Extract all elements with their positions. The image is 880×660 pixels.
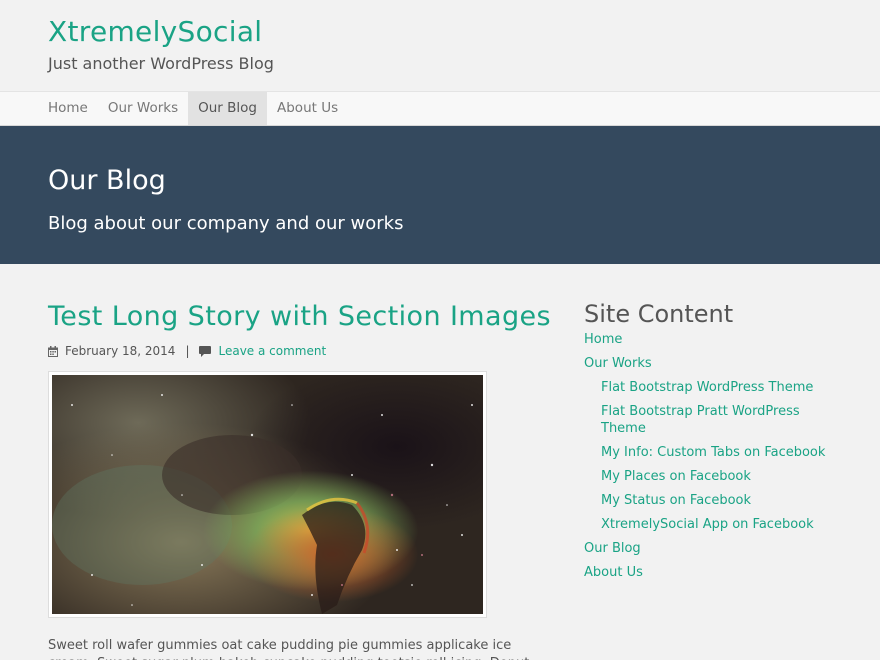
page-banner: Our Blog Blog about our company and our … bbox=[0, 126, 880, 264]
sidebar-item-my-status[interactable]: My Status on Facebook bbox=[584, 492, 844, 509]
post-excerpt: Sweet roll wafer gummies oat cake puddin… bbox=[48, 638, 529, 660]
nav-item-about-us[interactable]: About Us bbox=[267, 92, 348, 125]
sidebar-item-my-places[interactable]: My Places on Facebook bbox=[584, 468, 844, 485]
post-meta: February 18, 2014 | Leave a comment bbox=[48, 343, 568, 359]
nav-item-our-blog[interactable]: Our Blog bbox=[188, 92, 267, 125]
post-title[interactable]: Test Long Story with Section Images bbox=[48, 299, 568, 335]
site-content-list: Home Our Works Flat Bootstrap WordPress … bbox=[584, 331, 844, 581]
leave-comment-link[interactable]: Leave a comment bbox=[218, 344, 326, 358]
site-description: Just another WordPress Blog bbox=[48, 54, 274, 73]
site-title[interactable]: XtremelySocial bbox=[48, 14, 832, 50]
nebula-image bbox=[52, 375, 483, 614]
comment-icon bbox=[199, 345, 212, 357]
sidebar-item-our-blog[interactable]: Our Blog bbox=[584, 540, 844, 557]
sidebar-item-home[interactable]: Home bbox=[584, 331, 844, 348]
sidebar: Site Content Home Our Works Flat Bootstr… bbox=[584, 299, 844, 588]
main-nav: Home Our Works Our Blog About Us bbox=[0, 91, 880, 126]
sidebar-item-flat-bootstrap-pratt[interactable]: Flat Bootstrap Pratt WordPress Theme bbox=[584, 403, 844, 437]
nav-item-home[interactable]: Home bbox=[38, 92, 98, 125]
page-title: Our Blog bbox=[48, 165, 166, 196]
sidebar-title: Site Content bbox=[584, 300, 734, 328]
page-subtitle: Blog about our company and our works bbox=[48, 213, 404, 234]
post-featured-image[interactable] bbox=[48, 371, 487, 618]
sidebar-item-about-us[interactable]: About Us bbox=[584, 564, 844, 581]
calendar-icon bbox=[48, 345, 58, 357]
sidebar-item-my-info[interactable]: My Info: Custom Tabs on Facebook bbox=[584, 444, 844, 461]
site-header: XtremelySocial Just another WordPress Bl… bbox=[0, 0, 880, 91]
blog-post: Test Long Story with Section Images Febr… bbox=[48, 299, 568, 660]
nav-item-our-works[interactable]: Our Works bbox=[98, 92, 188, 125]
sidebar-item-flat-bootstrap[interactable]: Flat Bootstrap WordPress Theme bbox=[584, 379, 844, 396]
sidebar-item-our-works[interactable]: Our Works bbox=[584, 355, 844, 372]
post-date: February 18, 2014 bbox=[65, 344, 176, 358]
sidebar-item-xtremelysocial-app[interactable]: XtremelySocial App on Facebook bbox=[584, 516, 844, 533]
meta-separator: | bbox=[185, 344, 190, 358]
